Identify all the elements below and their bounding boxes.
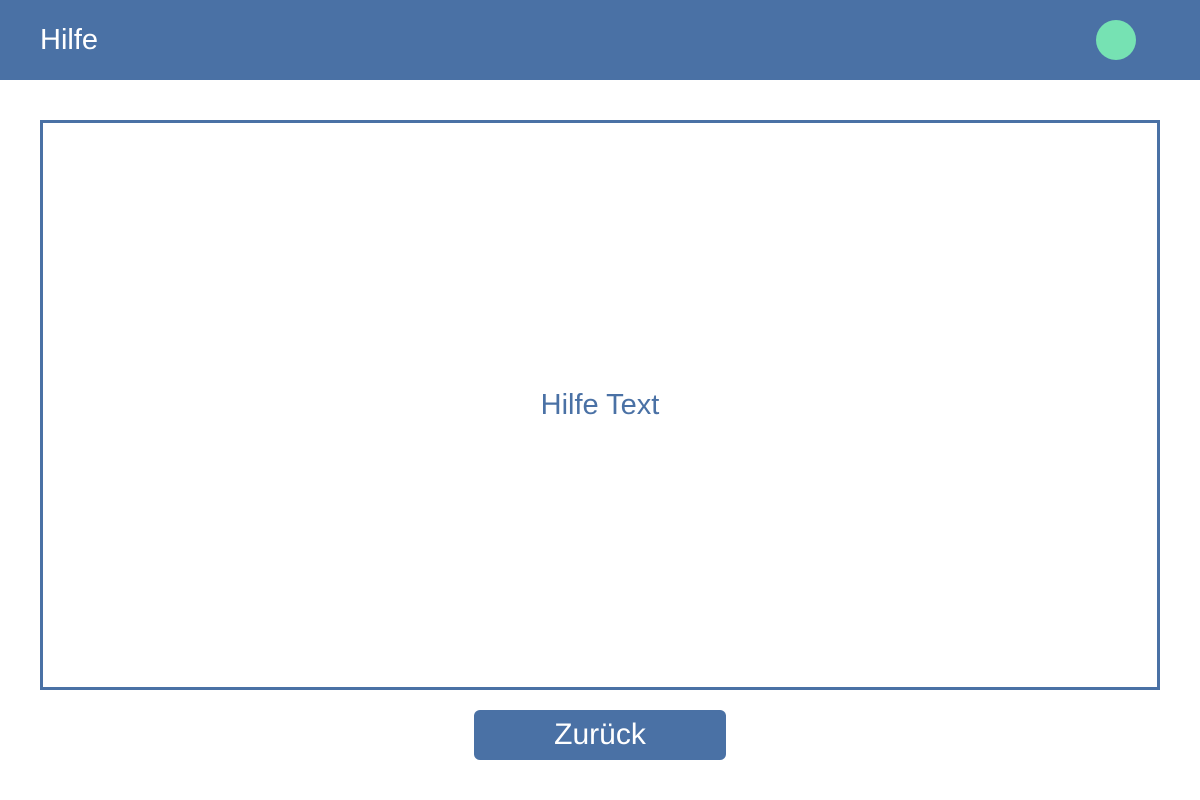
help-text: Hilfe Text (540, 388, 660, 421)
page-title: Hilfe (40, 24, 99, 56)
back-button[interactable]: Zurück (474, 710, 726, 760)
help-content-panel: Hilfe Text (40, 120, 1160, 690)
app-header: Hilfe (0, 0, 1200, 80)
status-dot-icon (1096, 20, 1136, 60)
